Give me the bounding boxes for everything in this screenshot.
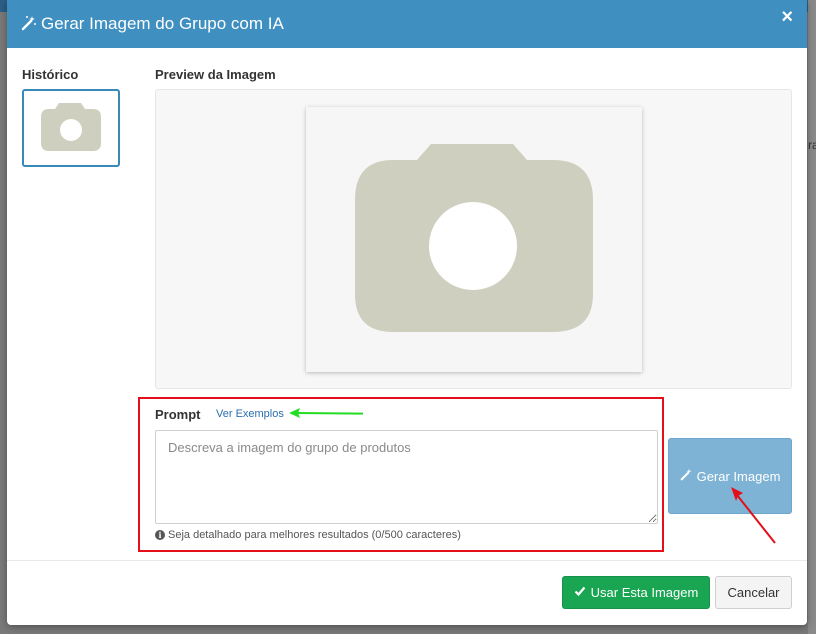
modal-header: Gerar Imagem do Grupo com IA × bbox=[7, 0, 807, 48]
close-icon[interactable]: × bbox=[781, 7, 793, 27]
green-arrow-annotation bbox=[287, 405, 367, 424]
image-preview-area bbox=[155, 89, 792, 389]
use-this-image-label: Usar Esta Imagem bbox=[590, 585, 699, 600]
camera-icon bbox=[353, 142, 595, 337]
history-thumbnail[interactable] bbox=[22, 89, 120, 167]
modal-title: Gerar Imagem do Grupo com IA bbox=[41, 14, 284, 33]
preview-label: Preview da Imagem bbox=[155, 67, 276, 82]
prompt-textarea[interactable] bbox=[155, 430, 658, 524]
generate-image-modal: Gerar Imagem do Grupo com IA × Histórico… bbox=[7, 0, 807, 625]
history-label: Histórico bbox=[22, 67, 79, 82]
footer-divider bbox=[7, 560, 807, 561]
magic-wand-icon bbox=[21, 15, 37, 34]
generate-image-label: Gerar Imagem bbox=[696, 468, 781, 484]
magic-wand-icon bbox=[680, 468, 693, 484]
image-preview-placeholder bbox=[306, 107, 642, 372]
red-arrow-annotation bbox=[727, 485, 787, 550]
info-icon: i bbox=[155, 530, 165, 540]
cancel-button[interactable]: Cancelar bbox=[715, 576, 792, 609]
backdrop-page bbox=[808, 0, 816, 634]
prompt-hint: i Seja detalhado para melhores resultado… bbox=[155, 529, 461, 541]
view-examples-link[interactable]: Ver Exemplos bbox=[216, 408, 284, 420]
camera-icon bbox=[39, 101, 103, 156]
prompt-hint-text: Seja detalhado para melhores resultados … bbox=[168, 529, 461, 541]
backdrop-text: ra bbox=[808, 138, 816, 152]
check-icon bbox=[574, 585, 586, 600]
use-this-image-button[interactable]: Usar Esta Imagem bbox=[562, 576, 710, 609]
prompt-label: Prompt bbox=[155, 407, 201, 422]
